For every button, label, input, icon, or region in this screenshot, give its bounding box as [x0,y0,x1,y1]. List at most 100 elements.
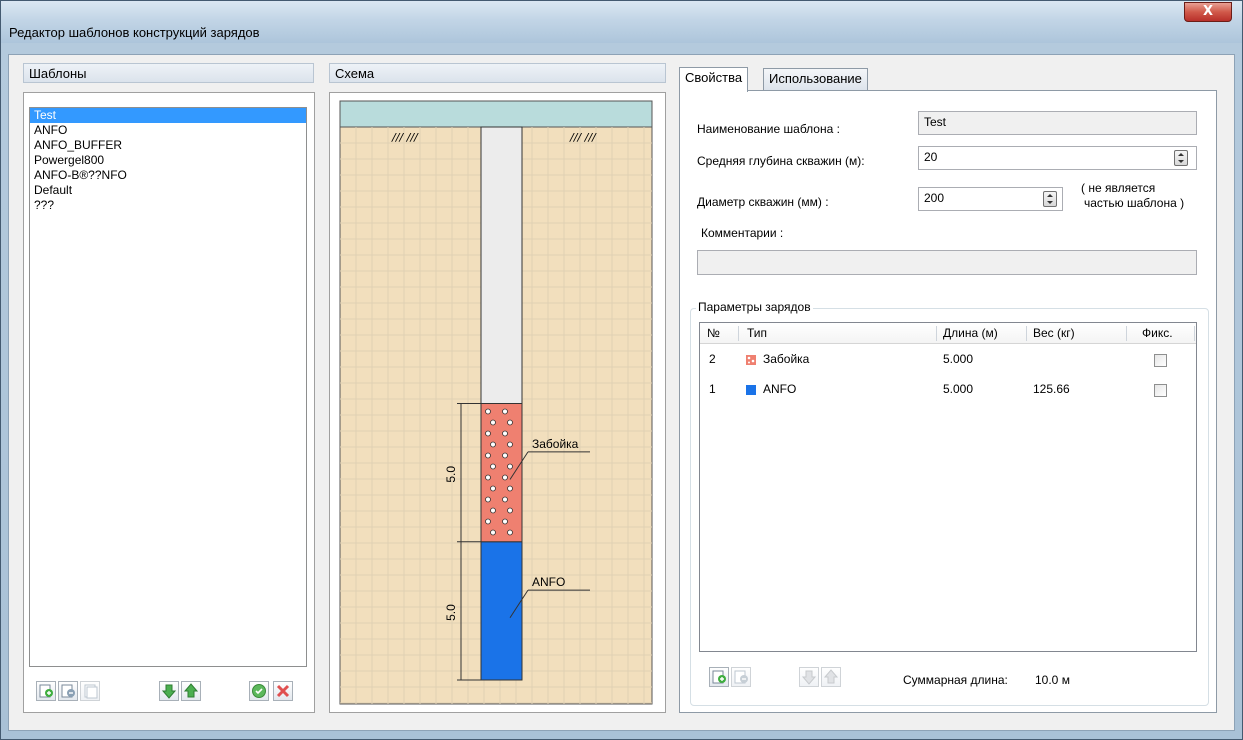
window-title: Редактор шаблонов конструкций зарядов [9,25,260,40]
apply-button[interactable] [249,681,269,701]
move-down-button[interactable] [159,681,179,701]
template-list-item[interactable]: ANFO-B®??NFO [30,168,306,183]
stemming-dot [507,529,513,536]
template-list-item[interactable]: Test [30,108,306,123]
charge-move-down-button[interactable] [799,667,819,687]
template-list-item[interactable]: Powergel800 [30,153,306,168]
move-up-button[interactable] [181,681,201,701]
surface-mark-left: /// /// [391,131,419,144]
templates-list[interactable]: Test ANFO ANFO_BUFFER Powergel800 ANFO-B®??N… [29,107,307,667]
row-length: 5.000 [943,382,974,396]
tab-properties[interactable]: Свойства [679,67,749,92]
row-fixed-checkbox[interactable] [1154,354,1167,367]
stemming-dot [485,430,491,437]
template-list-item[interactable]: Default [30,183,306,198]
diameter-input[interactable]: 200 [918,187,1063,211]
stemming-dot [485,518,491,525]
stemming-dot [485,408,491,415]
templates-header-label: Шаблоны [29,66,87,81]
col-type[interactable]: Тип [747,323,767,343]
row-fixed-checkbox[interactable] [1154,384,1167,397]
col-length[interactable]: Длина (м) [943,323,998,343]
surface-mark-right: /// /// [569,131,597,144]
stemming-dot [507,419,513,426]
diameter-note-line1: ( не является [1081,181,1156,195]
schema-diagram: /// /// /// /// 5.0 ANFO 5.0 Забойка [339,100,653,705]
row-number: 2 [709,352,716,366]
tab-usage-label: Использование [769,71,862,86]
stemming-dot [502,430,508,437]
charges-table-header: № Тип Длина (м) Вес (кг) Фикс. [700,323,1196,344]
cross-icon [276,684,290,698]
add-icon [39,684,53,698]
remove-icon [61,684,75,698]
remove-template-button[interactable] [58,681,78,701]
add-icon [712,670,726,684]
diameter-spinner[interactable] [1043,191,1057,207]
title-bar[interactable]: Редактор шаблонов конструкций зарядов X [1,1,1242,43]
row-weight: 125.66 [1033,382,1070,396]
schema-header: Схема [329,63,666,83]
stemming-dot [490,507,496,514]
template-list-item[interactable]: ANFO [30,123,306,138]
schema-panel: /// /// /// /// 5.0 ANFO 5.0 Забойка [329,92,666,713]
add-template-button[interactable] [36,681,56,701]
stemming-dot [502,496,508,503]
editor-window: Редактор шаблонов конструкций зарядов X … [0,0,1243,740]
stemming-dot [490,419,496,426]
tab-usage[interactable]: Использование [763,68,868,90]
charges-table[interactable]: № Тип Длина (м) Вес (кг) Фикс. 2 Забойка… [699,322,1197,652]
template-name-field[interactable]: Test [918,111,1197,135]
stemming-dot [490,529,496,536]
row-type: ANFO [763,382,797,396]
add-charge-button[interactable] [709,667,729,687]
comments-label: Комментарии : [701,226,784,240]
depth-input[interactable]: 20 [918,146,1197,170]
stemming-dot [490,485,496,492]
arrow-down-icon [161,684,177,699]
col-weight[interactable]: Вес (кг) [1033,323,1075,343]
arrow-up-icon [183,683,199,698]
stemming-dot [485,496,491,503]
template-list-item[interactable]: ??? [30,198,306,213]
dimension-label: 5.0 [444,466,458,483]
stemming-dot [485,474,491,481]
depth-spinner[interactable] [1174,150,1188,166]
stemming-dot [502,474,508,481]
stemming-dot [507,485,513,492]
charges-group-title: Параметры зарядов [696,300,813,314]
template-name-label: Наименование шаблона : [697,122,840,136]
table-row[interactable]: 2 Забойка 5.000 [700,349,1196,372]
col-number[interactable]: № [707,323,720,343]
comments-field[interactable] [697,250,1197,275]
stemming-dot [502,452,508,459]
template-list-item[interactable]: ANFO_BUFFER [30,138,306,153]
stemming-dot [507,441,513,448]
charge-label: Забойка [532,437,579,451]
stemming-dot [490,463,496,470]
cancel-button[interactable] [273,681,293,701]
remove-icon [734,670,748,684]
copy-template-button[interactable] [80,681,100,701]
anfo-icon [746,385,756,395]
row-length: 5.000 [943,352,974,366]
depth-value: 20 [924,150,938,164]
col-fixed[interactable]: Фикс. [1142,323,1173,343]
charge-move-up-button[interactable] [821,667,841,687]
row-number: 1 [709,382,716,396]
close-button[interactable]: X [1184,2,1232,22]
total-length-label: Суммарная длина: [903,673,1008,687]
row-type: Забойка [763,352,810,366]
check-icon [252,684,266,698]
table-row[interactable]: 1 ANFO 5.000 125.66 [700,379,1196,402]
remove-charge-button[interactable] [731,667,751,687]
arrow-down-icon [801,670,817,685]
diameter-label: Диаметр скважин (мм) : [697,195,829,209]
total-length-value: 10.0 м [1035,673,1070,687]
stemming-dot [502,408,508,415]
arrow-up-icon [823,669,839,684]
sky-band [339,100,653,128]
tab-properties-label: Свойства [685,70,743,85]
diameter-note-line2: частью шаблона ) [1084,196,1185,210]
stemming-dot [485,452,491,459]
